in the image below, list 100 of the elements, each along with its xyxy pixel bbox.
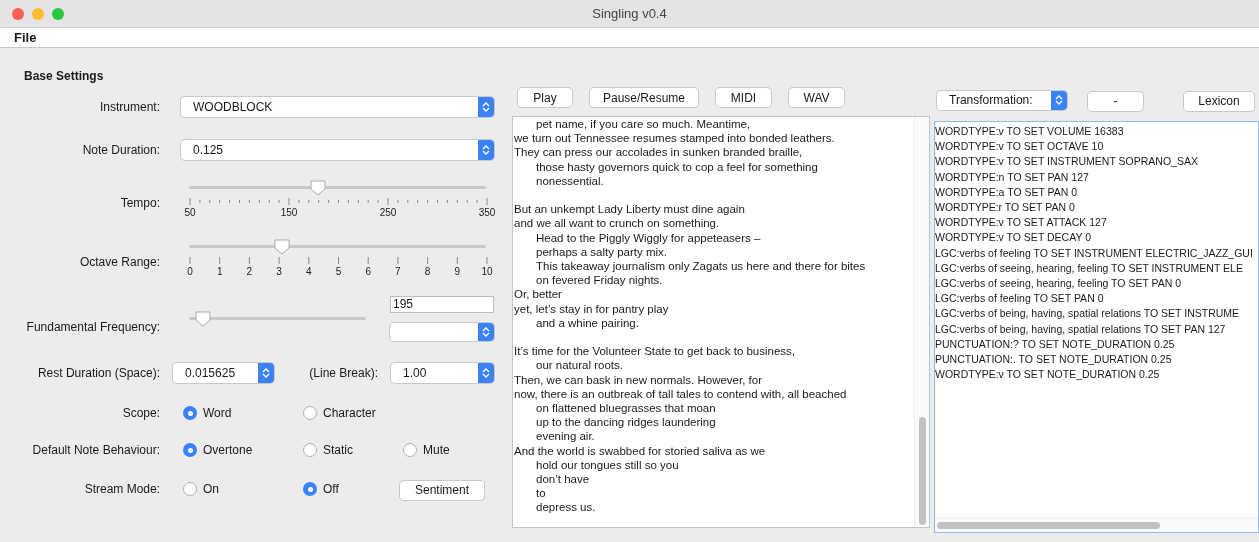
remove-button[interactable]: -: [1088, 91, 1143, 111]
sentiment-button[interactable]: Sentiment: [400, 480, 484, 500]
player-button[interactable]: MIDI: [716, 88, 771, 107]
close-button[interactable]: [12, 7, 24, 20]
field-label: Tempo:: [119, 195, 160, 212]
tick-label: 2: [246, 265, 253, 279]
tick-label: 3: [276, 265, 282, 279]
tick-label: 6: [365, 265, 371, 279]
stepper-icon: [482, 326, 490, 338]
frequency-field[interactable]: 195: [390, 296, 494, 313]
radio-button[interactable]: [303, 482, 317, 496]
tick-label: 5: [335, 265, 342, 279]
rule-item[interactable]: LGC:verbs of seeing, hearing, feeling TO SET INSTRUMENT ELE: [935, 260, 1258, 277]
lyric-line: perhaps a salty party mix.: [535, 244, 669, 259]
note-duration-select[interactable]: 0.125: [181, 140, 494, 160]
scrollbar-thumb[interactable]: [937, 522, 1160, 529]
rule-item[interactable]: LGC:verbs of seeing, hearing, feeling TO SET PAN 0: [935, 276, 1258, 292]
radio-option[interactable]: Static: [303, 441, 403, 459]
transformation-select[interactable]: Transformation:: [937, 90, 1067, 110]
rule-item[interactable]: WORDTYPE:v TO SET NOTE_DURATION 0.25: [935, 367, 1258, 383]
lyric-line: don’t have: [535, 472, 591, 487]
lyric-line: Then, we can bask in new normals. However, for: [514, 372, 763, 387]
player-button[interactable]: Play: [518, 88, 572, 107]
rule-item[interactable]: WORDTYPE:a TO SET PAN 0: [935, 184, 1258, 200]
rule-item[interactable]: WORDTYPE:v TO SET ATTACK 127: [935, 215, 1258, 231]
lyric-line: on fevered Friday nights.: [535, 273, 664, 288]
rule-item[interactable]: LGC:verbs of being, having, spatial relations TO SET INSTRUME: [935, 306, 1258, 322]
lyric-line: to: [535, 486, 547, 501]
maximize-button[interactable]: [52, 7, 64, 20]
rule-item[interactable]: LGC:verbs of being, having, spatial relations TO SET PAN 127: [935, 321, 1258, 337]
minimize-button[interactable]: [32, 7, 44, 20]
lyric-line: Head to the Piggly Wiggly for appeteasers –: [535, 230, 762, 245]
radio-option[interactable]: Mute: [403, 441, 503, 459]
player-button[interactable]: WAV: [789, 88, 844, 107]
lyric-line: pet name, if you care so much. Meantime,: [535, 117, 752, 132]
player-button[interactable]: Pause/Resume: [590, 88, 698, 107]
rule-item[interactable]: PUNCTUATION:? TO SET NOTE_DURATION 0.25: [935, 336, 1258, 353]
field-label: Stream Mode:: [83, 481, 160, 498]
rule-item[interactable]: WORDTYPE:v TO SET INSTRUMENT SOPRANO_SAX: [935, 154, 1258, 170]
rule-item[interactable]: WORDTYPE:v TO SET VOLUME 16383: [935, 124, 1258, 140]
lyric-line: They can press our accolades in sunken branded braille,: [514, 145, 804, 160]
radio-option[interactable]: On: [183, 480, 303, 498]
rule-item[interactable]: PUNCTUATION:. TO SET NOTE_DURATION 0.25: [935, 352, 1258, 368]
rule-item[interactable]: LGC:verbs of feeling TO SET INSTRUMENT ELECTRIC_JAZZ_GUI: [935, 245, 1258, 261]
stepper-icon: [262, 367, 270, 379]
field-label: Scope:: [121, 405, 160, 422]
lyric-line: evening air.: [535, 429, 596, 444]
radio-option[interactable]: Off: [303, 480, 403, 498]
frequency-unit-select[interactable]: [390, 323, 494, 341]
field-label: Instrument:: [98, 99, 160, 116]
rule-item[interactable]: LGC:verbs of feeling TO SET PAN 0: [935, 291, 1258, 307]
slider-thumb[interactable]: [193, 310, 212, 328]
field-label: Octave Range:: [78, 254, 160, 271]
radio-button[interactable]: [183, 482, 197, 496]
tick-label: 8: [424, 265, 431, 279]
tick-label: 1: [216, 265, 223, 279]
field-label: Rest Duration (Space):: [36, 365, 160, 382]
tick-label: 0: [187, 265, 193, 279]
rule-item[interactable]: WORDTYPE:n TO SET PAN 127: [935, 169, 1258, 185]
slider-thumb[interactable]: [272, 238, 291, 256]
lyric-line: and a whine pairing.: [535, 315, 640, 331]
radio-option[interactable]: Word: [183, 404, 303, 422]
radio-option[interactable]: Character: [303, 404, 403, 422]
lyric-line: and we all want to crunch on something.: [514, 216, 721, 231]
lyric-line: It’s time for the Volunteer State to get back to business,: [514, 344, 797, 359]
menu-item[interactable]: File: [14, 27, 37, 48]
rest-duration-select[interactable]: 0.015625: [173, 363, 274, 383]
scrollbar-thumb[interactable]: [918, 417, 926, 525]
rule-item[interactable]: WORDTYPE:v TO SET DECAY 0: [935, 230, 1258, 246]
field-label: Note Duration:: [81, 142, 160, 159]
lexicon-button[interactable]: Lexicon: [1184, 91, 1254, 111]
lyric-line: depress us.: [535, 500, 597, 515]
stepper-icon: [1055, 94, 1063, 106]
instrument-select[interactable]: WOODBLOCK: [181, 97, 494, 117]
lyric-line: And the world is swabbed for storied saliva as we: [514, 443, 767, 458]
radio-option[interactable]: Overtone: [183, 441, 303, 459]
lyric-line: yet, let’s stay in for pantry play: [514, 301, 670, 316]
lyric-line: we turn out Tennessee resumes stamped into bonded leathers.: [514, 131, 836, 146]
stepper-icon: [482, 367, 490, 379]
tick-label: 250: [379, 206, 397, 220]
lyric-line: now, there is an outbreak of tall tales to contend with, all beached: [514, 386, 848, 402]
lyrics-text-area[interactable]: [512, 116, 930, 528]
tick-label: 150: [280, 206, 298, 220]
radio-button[interactable]: [183, 406, 197, 420]
radio-button[interactable]: [183, 443, 197, 457]
lyric-line: up to the dancing ridges laundering: [535, 415, 717, 430]
rules-list[interactable]: [934, 121, 1259, 533]
radio-button[interactable]: [303, 443, 317, 457]
radio-button[interactable]: [403, 443, 417, 457]
stepper-icon: [482, 144, 490, 156]
field-label: Default Note Behaviour:: [31, 442, 160, 459]
lyric-line: those hasty governors quick to cop a feel for something: [535, 159, 819, 174]
slider-thumb[interactable]: [308, 179, 327, 197]
lyric-line: nonessential.: [535, 173, 605, 188]
rule-item[interactable]: WORDTYPE:r TO SET PAN 0: [935, 200, 1258, 216]
lyric-line: Or, better: [514, 287, 563, 302]
rule-item[interactable]: WORDTYPE:v TO SET OCTAVE 10: [935, 139, 1258, 155]
line-break-select[interactable]: 1.00: [391, 363, 494, 383]
radio-button[interactable]: [303, 406, 317, 420]
lyric-line: But an unkempt Lady Liberty must dine again: [514, 202, 746, 217]
